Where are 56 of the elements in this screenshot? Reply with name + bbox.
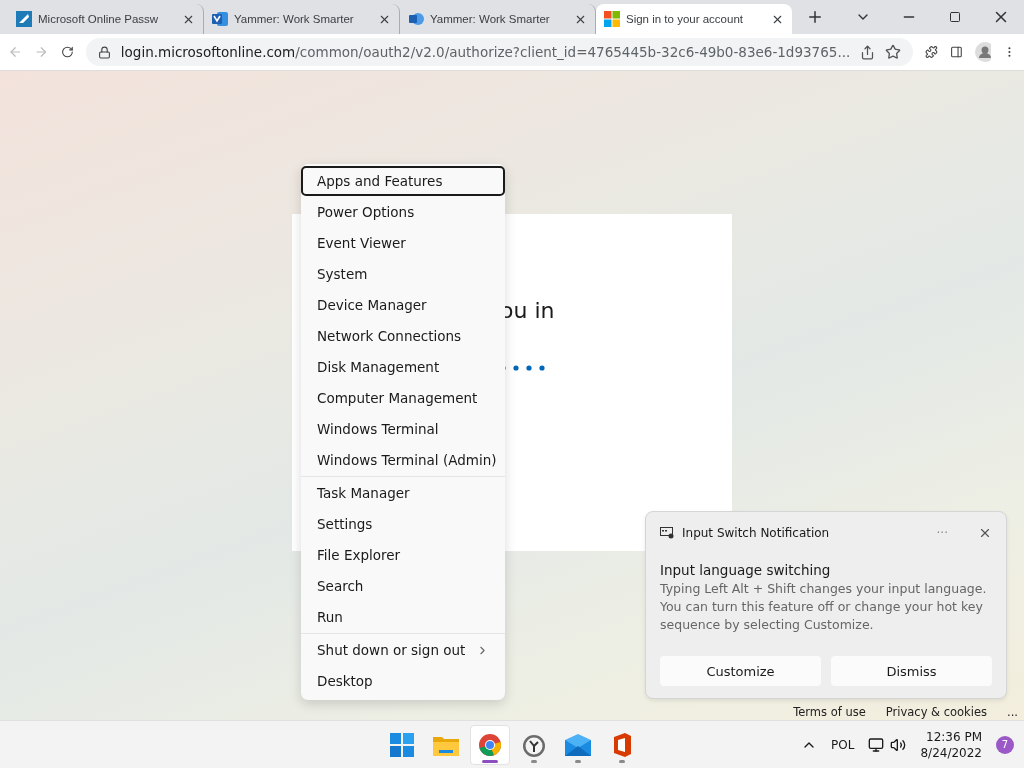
menu-item[interactable]: Device Manager [301, 290, 505, 320]
lock-icon [97, 45, 111, 59]
menu-item[interactable]: Event Viewer [301, 228, 505, 258]
address-bar[interactable]: login.microsoftonline.com/common/oauth2/v2.0/authorize?client_id=4765445b-32c6-49b0-83e6-1d93765... [85, 38, 914, 66]
extensions-icon[interactable] [925, 44, 939, 60]
windows-start-icon [390, 732, 414, 757]
bookmark-star-icon[interactable] [885, 44, 902, 60]
menu-item[interactable]: Power Options [301, 197, 505, 227]
language-indicator[interactable]: POL [831, 737, 855, 752]
menu-item[interactable]: Network Connections [301, 321, 505, 351]
menu-item[interactable]: Windows Terminal (Admin) [301, 445, 505, 475]
menu-item[interactable]: Shut down or sign out [301, 635, 505, 665]
notification-app-name: Input Switch Notification [682, 526, 831, 540]
side-panel-icon[interactable] [950, 44, 963, 60]
running-indicator [575, 759, 581, 763]
menu-item[interactable]: Apps and Features [301, 166, 505, 196]
keyboard-icon [660, 527, 674, 539]
volume-icon[interactable] [890, 736, 907, 753]
clock-icon [522, 732, 546, 757]
running-indicator [482, 759, 498, 763]
menu-item[interactable]: Run [301, 602, 505, 632]
mail-icon [565, 733, 591, 756]
notification-body: Typing Left Alt + Shift changes your input language. You can turn this feature off or change your hot key sequence by selecting Customize. [660, 580, 988, 634]
date-text: 8/24/2022 [920, 744, 982, 761]
footer-link[interactable]: ... [1007, 705, 1018, 719]
network-icon[interactable] [868, 736, 885, 753]
share-icon[interactable] [860, 44, 876, 60]
notification-button[interactable]: Dismiss [831, 656, 992, 686]
chrome-icon [478, 732, 502, 757]
notification-button[interactable]: Customize [660, 656, 821, 686]
windows-logo-icon [604, 11, 620, 27]
menu-item[interactable]: Computer Management [301, 383, 505, 413]
menu-item[interactable]: Search [301, 571, 505, 601]
running-indicator [531, 759, 537, 763]
footer-link[interactable]: Privacy & cookies [885, 705, 988, 719]
clock[interactable]: 12:36 PM 8/24/2022 [920, 728, 982, 761]
close-icon[interactable] [978, 526, 992, 540]
menu-item[interactable]: Task Manager [301, 478, 505, 508]
menu-item[interactable]: Disk Management [301, 352, 505, 382]
footer-link[interactable]: Terms of use [793, 705, 866, 719]
new-tab-icon[interactable] [806, 8, 824, 26]
menu-item[interactable]: System [301, 259, 505, 289]
reload-icon[interactable] [60, 44, 74, 60]
office-icon [611, 732, 633, 757]
menu-item[interactable]: Settings [301, 509, 505, 539]
browser-tab[interactable]: Sign in to your account [596, 4, 792, 34]
notification-badge[interactable]: 7 [996, 735, 1014, 754]
notification-title: Input language switching [660, 562, 832, 578]
profile-avatar-icon[interactable] [975, 42, 992, 62]
menu-item[interactable]: File Explorer [301, 540, 505, 570]
restore-icon[interactable] [949, 11, 961, 23]
menu-item[interactable]: Windows Terminal [301, 414, 505, 444]
taskbar-app[interactable] [470, 724, 510, 765]
time-text: 12:36 PM [926, 728, 982, 745]
running-indicator [619, 759, 625, 763]
menu-item[interactable]: Desktop [301, 666, 505, 696]
